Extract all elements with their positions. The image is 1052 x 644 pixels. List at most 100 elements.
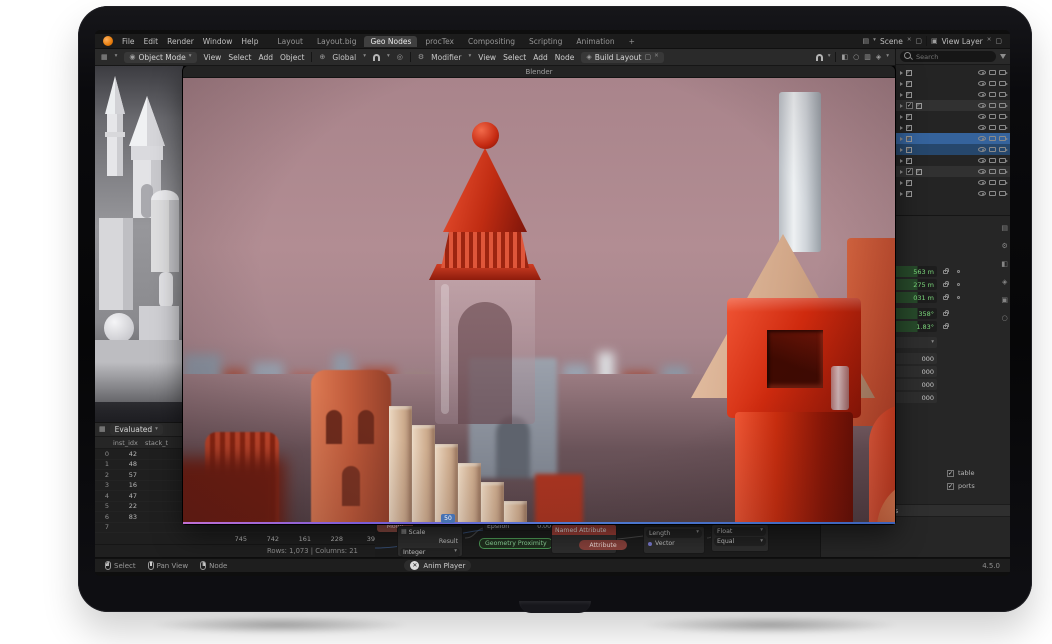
view-layer-name[interactable]: View Layer: [942, 37, 983, 46]
overlay-caret[interactable]: ▾: [886, 54, 889, 60]
camera-icon[interactable]: [999, 81, 1006, 86]
checkbox-icon[interactable]: ✓: [906, 168, 913, 175]
properties-tab-icon[interactable]: ○: [1002, 314, 1008, 322]
checkbox-icon[interactable]: ✓: [947, 470, 954, 477]
node-snap-caret[interactable]: ▾: [828, 54, 831, 60]
snap-caret[interactable]: ▾: [387, 54, 390, 60]
expand-icon[interactable]: [900, 82, 903, 86]
eye-icon[interactable]: [978, 191, 986, 196]
render-window-titlebar[interactable]: Blender: [183, 66, 895, 78]
new-view-layer-icon[interactable]: ▢: [995, 38, 1002, 45]
animate-dot-icon[interactable]: [957, 283, 960, 286]
location-z-field[interactable]: 031 m: [891, 292, 937, 303]
eye-icon[interactable]: [978, 70, 986, 75]
lock-icon[interactable]: [943, 270, 948, 274]
eye-icon[interactable]: [978, 180, 986, 185]
rotation-mode-dropdown[interactable]: ▾: [891, 337, 937, 348]
expand-icon[interactable]: [900, 159, 903, 163]
location-x-field[interactable]: 563 m: [891, 266, 937, 277]
expand-icon[interactable]: [900, 137, 903, 141]
tab-scripting[interactable]: Scripting: [523, 36, 568, 47]
camera-icon[interactable]: [999, 158, 1006, 163]
eye-icon[interactable]: [978, 169, 986, 174]
camera-icon[interactable]: [999, 114, 1006, 119]
column-header[interactable]: inst_idx: [113, 439, 145, 447]
screen-icon[interactable]: [989, 180, 996, 185]
table-row[interactable]: 7: [95, 523, 375, 534]
node-compare[interactable]: Float▾ Equal▾: [711, 524, 769, 552]
anim-player-button[interactable]: ✕Anim Player: [404, 560, 471, 571]
screen-icon[interactable]: [989, 191, 996, 196]
menu-edit[interactable]: Edit: [144, 37, 159, 46]
menu-window[interactable]: Window: [203, 37, 233, 46]
orientation-caret[interactable]: ▾: [363, 54, 366, 60]
node-field[interactable]: Length▾: [646, 529, 702, 538]
lock-icon[interactable]: [943, 325, 948, 329]
scene-name[interactable]: Scene: [880, 37, 903, 46]
camera-icon[interactable]: [999, 125, 1006, 130]
eye-icon[interactable]: [978, 125, 986, 130]
outliner-row[interactable]: ✓: [896, 166, 1010, 177]
tab-geo-nodes[interactable]: Geo Nodes: [364, 36, 417, 47]
camera-icon[interactable]: [999, 147, 1006, 152]
node-proximity-header[interactable]: Geometry Proximity: [479, 538, 553, 549]
camera-icon[interactable]: [999, 92, 1006, 97]
tree-type-caret[interactable]: ▾: [469, 54, 472, 60]
tab-layout[interactable]: Layout: [271, 36, 309, 47]
lock-icon[interactable]: [943, 296, 948, 300]
editor-type-icon[interactable]: ▦: [101, 54, 108, 61]
visibility-toggle-row[interactable]: ✓ ports: [947, 482, 975, 490]
node-field[interactable]: Float▾: [714, 527, 766, 536]
frame-indicator-badge[interactable]: 50: [441, 514, 455, 523]
spreadsheet-icon[interactable]: ▦: [99, 426, 106, 433]
scale-y-field[interactable]: 000: [891, 366, 937, 377]
camera-icon[interactable]: [999, 103, 1006, 108]
expand-icon[interactable]: [900, 71, 903, 75]
outliner-row[interactable]: [896, 67, 1010, 78]
add-workspace-button[interactable]: +: [623, 36, 641, 47]
camera-icon[interactable]: [999, 180, 1006, 185]
menu-add[interactable]: Add: [258, 53, 273, 62]
menu-object[interactable]: Object: [280, 53, 304, 62]
screen-icon[interactable]: [989, 70, 996, 75]
tab-layout-big[interactable]: Layout.big: [311, 36, 363, 47]
eye-icon[interactable]: [978, 136, 986, 141]
expand-icon[interactable]: [900, 93, 903, 97]
modifier-type-icon[interactable]: ⚙: [418, 54, 424, 61]
outliner-row-selected[interactable]: [896, 144, 1010, 155]
unlink-scene-icon[interactable]: ✕: [907, 38, 912, 44]
screen-icon[interactable]: [989, 125, 996, 130]
editor-type-caret[interactable]: ▾: [115, 54, 118, 60]
attribute-pill[interactable]: Attribute: [579, 540, 627, 550]
screen-icon[interactable]: [989, 92, 996, 97]
expand-icon[interactable]: [900, 104, 903, 108]
orientation-label[interactable]: Global: [332, 53, 356, 62]
scene-icon[interactable]: ▤: [863, 38, 870, 45]
new-scene-icon[interactable]: ▢: [915, 38, 922, 45]
node-snap-icon[interactable]: [816, 54, 823, 61]
outliner-row[interactable]: [896, 177, 1010, 188]
animate-dot-icon[interactable]: [957, 270, 960, 273]
screen-icon[interactable]: [989, 136, 996, 141]
outliner-row[interactable]: [896, 78, 1010, 89]
properties-tab-icon[interactable]: ⚙: [1002, 242, 1008, 250]
node-field[interactable]: Integer▾: [400, 548, 460, 557]
outliner-row[interactable]: [896, 89, 1010, 100]
eye-icon[interactable]: [978, 103, 986, 108]
transform-orientation-icon[interactable]: ⊕: [319, 54, 325, 61]
scale-w-field[interactable]: 000: [891, 392, 937, 403]
viewport-3d[interactable]: [95, 66, 183, 422]
node-menu-add[interactable]: Add: [533, 53, 548, 62]
view-layer-icon[interactable]: ▣: [931, 38, 938, 45]
tab-proctex[interactable]: procTex: [419, 36, 460, 47]
screen-icon[interactable]: [989, 81, 996, 86]
expand-icon[interactable]: [900, 170, 903, 174]
outliner-row-selected[interactable]: [896, 133, 1010, 144]
menu-view[interactable]: View: [204, 53, 222, 62]
screen-icon[interactable]: [989, 103, 996, 108]
camera-icon[interactable]: [999, 136, 1006, 141]
menu-help[interactable]: Help: [241, 37, 258, 46]
camera-icon[interactable]: [999, 191, 1006, 196]
outliner-row[interactable]: [896, 122, 1010, 133]
checkbox-icon[interactable]: ✓: [906, 102, 913, 109]
